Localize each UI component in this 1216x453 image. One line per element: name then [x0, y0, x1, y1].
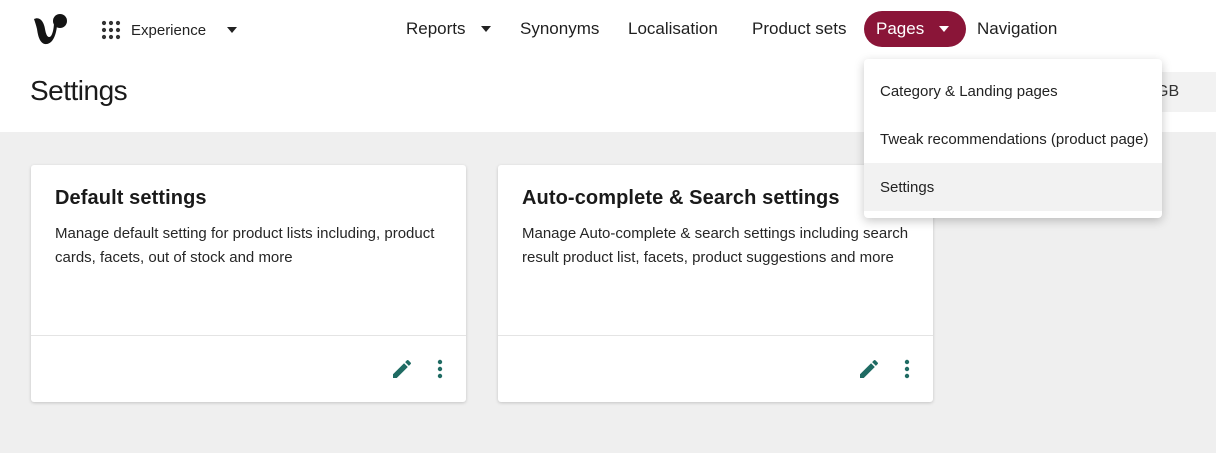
menu-item-settings[interactable]: Settings [864, 163, 1162, 211]
nav-pages-label: Pages [876, 19, 925, 38]
nav-synonyms-label: Synonyms [520, 19, 600, 38]
more-vertical-icon[interactable] [430, 357, 450, 381]
menu-item-category-landing-pages[interactable]: Category & Landing pages [864, 67, 1162, 115]
menu-item-tweak-recommendations[interactable]: Tweak recommendations (product page) [864, 115, 1162, 163]
nav-pages[interactable]: Pages [864, 11, 967, 47]
chevron-down-icon [480, 26, 491, 32]
apps-grid-icon [101, 20, 121, 40]
nav-navigation-label: Navigation [977, 19, 1058, 38]
chevron-down-icon [227, 27, 238, 33]
card-default-settings[interactable]: Default settings Manage default setting … [31, 165, 466, 402]
nav-localisation-label: Localisation [628, 19, 718, 38]
pages-dropdown-menu: Category & Landing pages Tweak recommend… [864, 59, 1162, 218]
nav-product-sets[interactable]: Product sets [752, 11, 847, 47]
card-divider [31, 335, 466, 336]
brand-logo-icon[interactable] [30, 12, 70, 46]
nav-localisation[interactable]: Localisation [628, 11, 718, 47]
more-vertical-icon[interactable] [897, 357, 917, 381]
nav-product-sets-label: Product sets [752, 19, 847, 38]
card-description: Manage default setting for product lists… [55, 225, 435, 266]
nav-reports[interactable]: Reports [406, 11, 492, 47]
nav-navigation[interactable]: Navigation [977, 11, 1057, 47]
nav-synonyms[interactable]: Synonyms [520, 11, 599, 47]
card-title: Default settings [55, 187, 207, 209]
card-divider [498, 335, 933, 336]
card-description: Manage Auto-complete & search settings i… [522, 225, 909, 266]
nav-reports-label: Reports [406, 19, 466, 38]
app-switcher-label: Experience [131, 21, 207, 39]
app-switcher[interactable]: Experience [100, 14, 238, 46]
chevron-down-icon [939, 26, 950, 32]
pencil-icon[interactable] [857, 357, 881, 381]
pencil-icon[interactable] [390, 357, 414, 381]
page-title: Settings [30, 75, 128, 106]
card-title: Auto-complete & Search settings [522, 187, 840, 209]
